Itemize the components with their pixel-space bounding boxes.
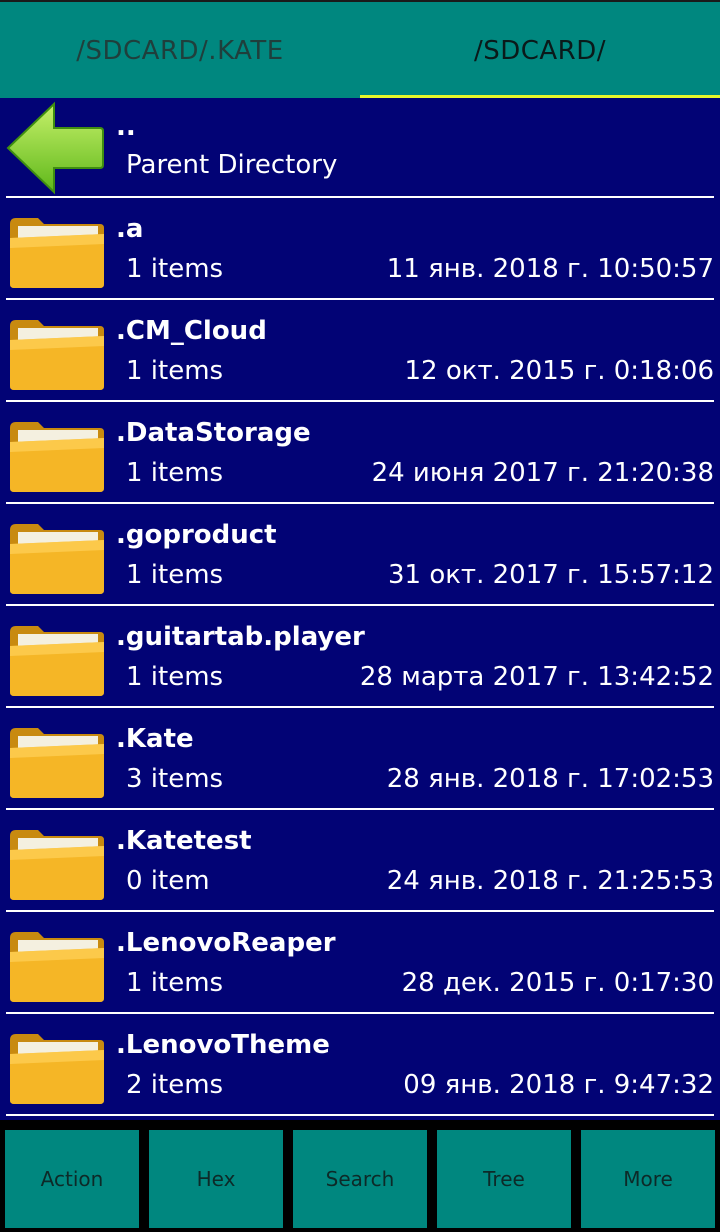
entry-count: 2 items <box>126 1070 224 1100</box>
list-item[interactable]: .a 1 items 11 янв. 2018 г. 10:50:57 <box>0 200 720 300</box>
entry-date: 09 янв. 2018 г. 9:47:32 <box>403 1070 714 1100</box>
divider <box>6 910 714 912</box>
entry-count: 1 items <box>126 662 224 692</box>
more-button[interactable]: More <box>581 1130 715 1228</box>
list-item[interactable]: .DataStorage 1 items 24 июня 2017 г. 21:… <box>0 404 720 504</box>
tab-sdcard[interactable]: /SDCARD/ <box>360 2 720 100</box>
parent-dir-label: Parent Directory <box>126 150 338 180</box>
entry-date: 31 окт. 2017 г. 15:57:12 <box>387 560 714 590</box>
entry-date: 28 марта 2017 г. 13:42:52 <box>359 662 714 692</box>
entry-name: .DataStorage <box>116 418 311 448</box>
folder-icon <box>10 1034 104 1104</box>
entry-date: 24 янв. 2018 г. 21:25:53 <box>386 866 714 896</box>
entry-name: .a <box>116 214 144 244</box>
entry-date: 28 янв. 2018 г. 17:02:53 <box>386 764 714 794</box>
back-arrow-icon <box>6 101 104 195</box>
entry-count: 1 items <box>126 458 224 488</box>
folder-icon <box>10 320 104 390</box>
folder-icon <box>10 728 104 798</box>
list-item[interactable]: .LenovoReaper 1 items 28 дек. 2015 г. 0:… <box>0 914 720 1014</box>
entry-date: 24 июня 2017 г. 21:20:38 <box>371 458 714 488</box>
divider <box>6 502 714 504</box>
entry-count: 1 items <box>126 356 224 386</box>
entry-name: .goproduct <box>116 520 277 550</box>
bottom-toolbar: Action Hex Search Tree More <box>0 1124 720 1232</box>
divider <box>6 298 714 300</box>
list-item[interactable]: .LenovoTheme 2 items 09 янв. 2018 г. 9:4… <box>0 1016 720 1116</box>
entry-count: 1 items <box>126 560 224 590</box>
divider <box>6 196 714 198</box>
parent-dir-dots: .. <box>116 112 136 142</box>
entry-date: 28 дек. 2015 г. 0:17:30 <box>401 968 714 998</box>
entry-count: 0 item <box>126 866 210 896</box>
folder-icon <box>10 830 104 900</box>
file-list: .. Parent Directory .a 1 items 11 янв. 2… <box>0 98 720 1120</box>
list-item[interactable]: .Katetest 0 item 24 янв. 2018 г. 21:25:5… <box>0 812 720 912</box>
entry-name: .guitartab.player <box>116 622 365 652</box>
path-tabs: /SDCARD/.KATE /SDCARD/ <box>0 0 720 100</box>
list-item[interactable]: .guitartab.player 1 items 28 марта 2017 … <box>0 608 720 708</box>
entry-date: 11 янв. 2018 г. 10:50:57 <box>386 254 714 284</box>
divider <box>6 1114 714 1116</box>
folder-icon <box>10 218 104 288</box>
entry-name: .Katetest <box>116 826 252 856</box>
folder-icon <box>10 932 104 1002</box>
entry-count: 1 items <box>126 968 224 998</box>
folder-icon <box>10 524 104 594</box>
divider <box>6 604 714 606</box>
tab-sdcard-kate[interactable]: /SDCARD/.KATE <box>0 2 360 100</box>
entry-name: .Kate <box>116 724 194 754</box>
folder-icon <box>10 626 104 696</box>
folder-icon <box>10 422 104 492</box>
hex-button[interactable]: Hex <box>149 1130 283 1228</box>
entry-name: .LenovoTheme <box>116 1030 330 1060</box>
entry-name: .LenovoReaper <box>116 928 336 958</box>
list-item[interactable]: .goproduct 1 items 31 окт. 2017 г. 15:57… <box>0 506 720 606</box>
entry-date: 12 окт. 2015 г. 0:18:06 <box>404 356 715 386</box>
divider <box>6 1012 714 1014</box>
divider <box>6 808 714 810</box>
tree-button[interactable]: Tree <box>437 1130 571 1228</box>
divider <box>6 706 714 708</box>
parent-directory-row[interactable]: .. Parent Directory <box>0 98 720 198</box>
action-button[interactable]: Action <box>5 1130 139 1228</box>
entry-count: 1 items <box>126 254 224 284</box>
entry-count: 3 items <box>126 764 224 794</box>
list-item[interactable]: .CM_Cloud 1 items 12 окт. 2015 г. 0:18:0… <box>0 302 720 402</box>
search-button[interactable]: Search <box>293 1130 427 1228</box>
entry-name: .CM_Cloud <box>116 316 267 346</box>
divider <box>6 400 714 402</box>
list-item[interactable]: .Kate 3 items 28 янв. 2018 г. 17:02:53 <box>0 710 720 810</box>
